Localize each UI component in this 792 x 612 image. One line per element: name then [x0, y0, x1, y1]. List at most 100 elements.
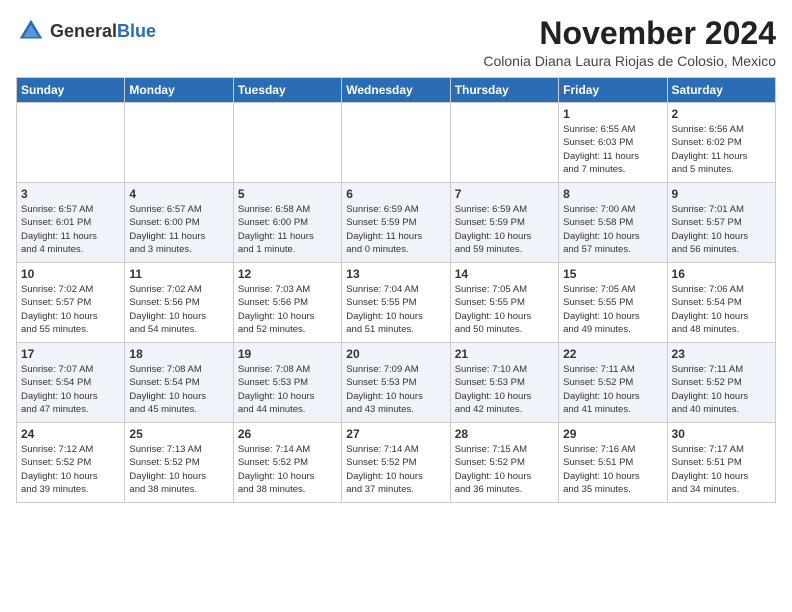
day-cell: 30 Sunrise: 7:17 AM Sunset: 5:51 PM Dayli… — [667, 423, 775, 503]
day-info: Sunrise: 6:59 AM Sunset: 5:59 PM Dayligh… — [346, 203, 445, 256]
week-row-3: 10Sunrise: 7:02 AM Sunset: 5:57 PM Dayli… — [17, 263, 776, 343]
day-number: 6 — [346, 187, 445, 201]
day-number: 3 — [21, 187, 120, 201]
day-cell: 4 Sunrise: 6:57 AM Sunset: 6:00 PM Daylig… — [125, 183, 233, 263]
day-cell — [450, 103, 558, 183]
day-info: Sunrise: 7:08 AM Sunset: 5:54 PM Dayligh… — [129, 363, 228, 416]
day-info: Sunrise: 6:55 AM Sunset: 6:03 PM Dayligh… — [563, 123, 662, 176]
day-cell: 15Sunrise: 7:05 AM Sunset: 5:55 PM Dayli… — [559, 263, 667, 343]
day-info: Sunrise: 7:08 AM Sunset: 5:53 PM Dayligh… — [238, 363, 337, 416]
day-cell: 17 Sunrise: 7:07 AM Sunset: 5:54 PM Dayli… — [17, 343, 125, 423]
day-cell: 21 Sunrise: 7:10 AM Sunset: 5:53 PM Dayli… — [450, 343, 558, 423]
week-row-1: 1 Sunrise: 6:55 AM Sunset: 6:03 PM Daylig… — [17, 103, 776, 183]
day-number: 26 — [238, 427, 337, 441]
day-info: Sunrise: 7:07 AM Sunset: 5:54 PM Dayligh… — [21, 363, 120, 416]
day-cell: 1 Sunrise: 6:55 AM Sunset: 6:03 PM Daylig… — [559, 103, 667, 183]
day-info: Sunrise: 7:11 AM Sunset: 5:52 PM Dayligh… — [563, 363, 662, 416]
day-number: 11 — [129, 267, 228, 281]
day-cell: 28 Sunrise: 7:15 AM Sunset: 5:52 PM Dayli… — [450, 423, 558, 503]
day-cell — [17, 103, 125, 183]
day-cell: 26Sunrise: 7:14 AM Sunset: 5:52 PM Dayli… — [233, 423, 341, 503]
day-number: 27 — [346, 427, 445, 441]
day-number: 4 — [129, 187, 228, 201]
day-cell: 11 Sunrise: 7:02 AM Sunset: 5:56 PM Dayli… — [125, 263, 233, 343]
day-info: Sunrise: 7:14 AM Sunset: 5:52 PM Dayligh… — [346, 443, 445, 496]
day-cell: 24 Sunrise: 7:12 AM Sunset: 5:52 PM Dayli… — [17, 423, 125, 503]
logo-text: GeneralBlue — [50, 21, 156, 42]
day-cell — [125, 103, 233, 183]
day-info: Sunrise: 7:09 AM Sunset: 5:53 PM Dayligh… — [346, 363, 445, 416]
day-number: 22 — [563, 347, 662, 361]
day-number: 7 — [455, 187, 554, 201]
day-info: Sunrise: 7:13 AM Sunset: 5:52 PM Dayligh… — [129, 443, 228, 496]
day-number: 28 — [455, 427, 554, 441]
logo: GeneralBlue — [16, 16, 156, 46]
day-cell: 19 Sunrise: 7:08 AM Sunset: 5:53 PM Dayli… — [233, 343, 341, 423]
day-info: Sunrise: 6:56 AM Sunset: 6:02 PM Dayligh… — [672, 123, 771, 176]
day-number: 16 — [672, 267, 771, 281]
day-cell: 22 Sunrise: 7:11 AM Sunset: 5:52 PM Dayli… — [559, 343, 667, 423]
day-number: 29 — [563, 427, 662, 441]
day-info: Sunrise: 7:04 AM Sunset: 5:55 PM Dayligh… — [346, 283, 445, 336]
calendar-title: November 2024 — [483, 16, 776, 51]
day-info: Sunrise: 7:12 AM Sunset: 5:52 PM Dayligh… — [21, 443, 120, 496]
day-number: 10 — [21, 267, 120, 281]
day-info: Sunrise: 7:00 AM Sunset: 5:58 PM Dayligh… — [563, 203, 662, 256]
day-number: 14 — [455, 267, 554, 281]
day-cell: 3 Sunrise: 6:57 AM Sunset: 6:01 PM Daylig… — [17, 183, 125, 263]
day-cell: 18Sunrise: 7:08 AM Sunset: 5:54 PM Dayli… — [125, 343, 233, 423]
week-row-2: 3 Sunrise: 6:57 AM Sunset: 6:01 PM Daylig… — [17, 183, 776, 263]
calendar-table: SundayMondayTuesdayWednesdayThursdayFrid… — [16, 77, 776, 503]
day-info: Sunrise: 6:57 AM Sunset: 6:00 PM Dayligh… — [129, 203, 228, 256]
day-number: 17 — [21, 347, 120, 361]
day-cell: 14 Sunrise: 7:05 AM Sunset: 5:55 PM Dayli… — [450, 263, 558, 343]
day-info: Sunrise: 7:15 AM Sunset: 5:52 PM Dayligh… — [455, 443, 554, 496]
day-number: 15 — [563, 267, 662, 281]
day-cell: 13 Sunrise: 7:04 AM Sunset: 5:55 PM Dayli… — [342, 263, 450, 343]
weekday-thursday: Thursday — [450, 78, 558, 103]
day-info: Sunrise: 6:59 AM Sunset: 5:59 PM Dayligh… — [455, 203, 554, 256]
day-cell: 25 Sunrise: 7:13 AM Sunset: 5:52 PM Dayli… — [125, 423, 233, 503]
header: GeneralBlue November 2024 Colonia Diana … — [16, 16, 776, 69]
day-number: 24 — [21, 427, 120, 441]
day-number: 2 — [672, 107, 771, 121]
day-cell: 29 Sunrise: 7:16 AM Sunset: 5:51 PM Dayli… — [559, 423, 667, 503]
day-number: 25 — [129, 427, 228, 441]
day-number: 8 — [563, 187, 662, 201]
weekday-wednesday: Wednesday — [342, 78, 450, 103]
day-cell: 16 Sunrise: 7:06 AM Sunset: 5:54 PM Dayli… — [667, 263, 775, 343]
day-info: Sunrise: 7:05 AM Sunset: 5:55 PM Dayligh… — [455, 283, 554, 336]
day-number: 9 — [672, 187, 771, 201]
day-number: 12 — [238, 267, 337, 281]
day-cell — [342, 103, 450, 183]
week-row-4: 17 Sunrise: 7:07 AM Sunset: 5:54 PM Dayli… — [17, 343, 776, 423]
day-number: 21 — [455, 347, 554, 361]
weekday-header-row: SundayMondayTuesdayWednesdayThursdayFrid… — [17, 78, 776, 103]
logo-blue: Blue — [117, 21, 156, 41]
day-info: Sunrise: 7:16 AM Sunset: 5:51 PM Dayligh… — [563, 443, 662, 496]
day-cell: 27 Sunrise: 7:14 AM Sunset: 5:52 PM Dayli… — [342, 423, 450, 503]
weekday-friday: Friday — [559, 78, 667, 103]
day-number: 19 — [238, 347, 337, 361]
day-number: 20 — [346, 347, 445, 361]
day-info: Sunrise: 7:17 AM Sunset: 5:51 PM Dayligh… — [672, 443, 771, 496]
day-info: Sunrise: 7:06 AM Sunset: 5:54 PM Dayligh… — [672, 283, 771, 336]
day-number: 13 — [346, 267, 445, 281]
weekday-monday: Monday — [125, 78, 233, 103]
day-number: 23 — [672, 347, 771, 361]
day-number: 1 — [563, 107, 662, 121]
day-cell: 20 Sunrise: 7:09 AM Sunset: 5:53 PM Dayli… — [342, 343, 450, 423]
title-block: November 2024 Colonia Diana Laura Riojas… — [483, 16, 776, 69]
day-cell: 7 Sunrise: 6:59 AM Sunset: 5:59 PM Daylig… — [450, 183, 558, 263]
day-info: Sunrise: 7:02 AM Sunset: 5:56 PM Dayligh… — [129, 283, 228, 336]
day-number: 30 — [672, 427, 771, 441]
day-info: Sunrise: 6:57 AM Sunset: 6:01 PM Dayligh… — [21, 203, 120, 256]
day-cell: 8 Sunrise: 7:00 AM Sunset: 5:58 PM Daylig… — [559, 183, 667, 263]
day-cell: 23Sunrise: 7:11 AM Sunset: 5:52 PM Dayli… — [667, 343, 775, 423]
logo-general: General — [50, 21, 117, 41]
day-info: Sunrise: 7:03 AM Sunset: 5:56 PM Dayligh… — [238, 283, 337, 336]
day-cell: 9Sunrise: 7:01 AM Sunset: 5:57 PM Daylig… — [667, 183, 775, 263]
day-cell: 5Sunrise: 6:58 AM Sunset: 6:00 PM Daylig… — [233, 183, 341, 263]
day-info: Sunrise: 6:58 AM Sunset: 6:00 PM Dayligh… — [238, 203, 337, 256]
day-info: Sunrise: 7:10 AM Sunset: 5:53 PM Dayligh… — [455, 363, 554, 416]
